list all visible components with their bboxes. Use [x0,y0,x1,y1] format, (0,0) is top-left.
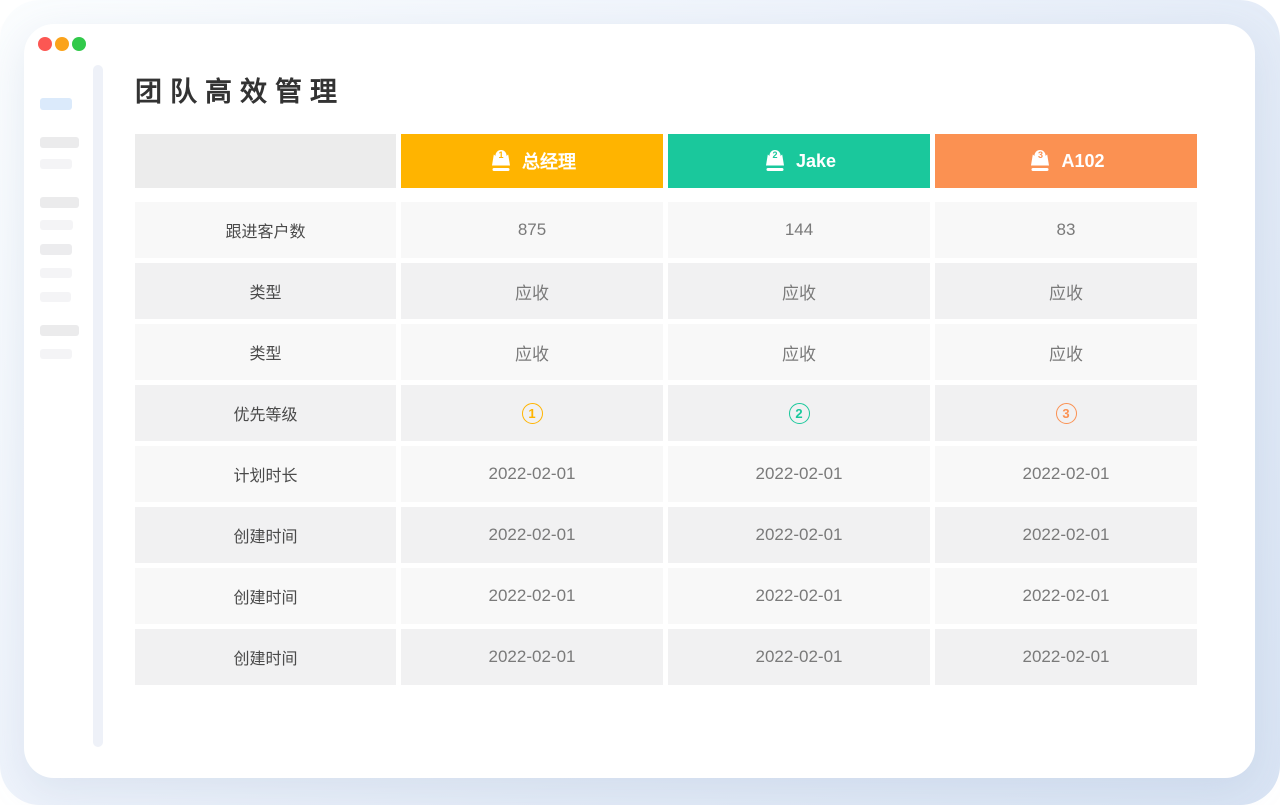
sidebar-skeleton-item [40,268,72,278]
row-label-cell: 创建时间 [135,568,396,624]
crown-rank-number: 2 [769,150,780,161]
value-cell: 应收 [935,263,1197,319]
value-cell: 2 [668,385,930,441]
column-header-rank-2: 2 Jake [668,134,930,188]
priority-rank-badge: 2 [789,403,810,424]
sidebar-skeleton-item [40,292,71,302]
row-label-cell: 类型 [135,324,396,380]
sidebar-skeleton-item [40,325,79,336]
column-header-label: Jake [796,151,836,172]
value-cell: 2022-02-01 [935,629,1197,685]
sidebar-skeleton-item [40,349,72,359]
crown-rank-number: 3 [1035,150,1046,161]
value-cell: 应收 [935,324,1197,380]
sidebar-divider [93,65,103,747]
crown-rank-icon: 2 [762,149,788,173]
ranking-table: 1总经理2Jake3A102 跟进客户数87514483类型应收应收应收类型应收… [135,134,1197,685]
value-cell: 83 [935,202,1197,258]
crown-rank-icon: 1 [488,149,514,173]
value-cell: 2022-02-01 [401,507,663,563]
column-header-rank-1: 1 总经理 [401,134,663,188]
value-cell: 3 [935,385,1197,441]
minimize-button[interactable] [55,37,69,51]
column-header-label: 总经理 [522,148,576,174]
sidebar-skeleton-item [40,137,79,148]
column-header-label: A102 [1061,151,1104,172]
sidebar-skeleton-item [40,220,73,230]
row-label-cell: 跟进客户数 [135,202,396,258]
value-cell: 144 [668,202,930,258]
page-background: 团队高效管理 1总经理2Jake3A102 跟进客户数87514483类型应收应… [0,0,1280,805]
value-cell: 2022-02-01 [668,568,930,624]
value-cell: 2022-02-01 [935,507,1197,563]
row-label-cell: 类型 [135,263,396,319]
row-label-cell: 创建时间 [135,629,396,685]
value-cell: 2022-02-01 [668,629,930,685]
column-header-rank-3: 3 A102 [935,134,1197,188]
row-label-cell: 优先等级 [135,385,396,441]
table-body: 跟进客户数87514483类型应收应收应收类型应收应收应收优先等级123计划时长… [135,202,1197,685]
crown-rank-number: 1 [496,150,507,161]
sidebar-item-active[interactable] [40,98,72,110]
value-cell: 应收 [668,324,930,380]
row-label-cell: 创建时间 [135,507,396,563]
row-label-cell: 计划时长 [135,446,396,502]
value-cell: 应收 [401,324,663,380]
value-cell: 2022-02-01 [401,446,663,502]
value-cell: 2022-02-01 [401,629,663,685]
zoom-button[interactable] [72,37,86,51]
value-cell: 875 [401,202,663,258]
value-cell: 2022-02-01 [935,568,1197,624]
sidebar-skeleton-item [40,244,72,255]
value-cell: 2022-02-01 [668,507,930,563]
value-cell: 2022-02-01 [401,568,663,624]
value-cell: 1 [401,385,663,441]
value-cell: 应收 [401,263,663,319]
close-button[interactable] [38,37,52,51]
page-title: 团队高效管理 [135,70,345,109]
table-corner-cell [135,134,396,188]
value-cell: 应收 [668,263,930,319]
priority-rank-badge: 1 [522,403,543,424]
sidebar-skeleton-item [40,159,72,169]
window-controls [38,37,86,51]
crown-rank-icon: 3 [1027,149,1053,173]
value-cell: 2022-02-01 [668,446,930,502]
sidebar-skeleton-item [40,197,79,208]
app-window: 团队高效管理 1总经理2Jake3A102 跟进客户数87514483类型应收应… [24,24,1255,778]
priority-rank-badge: 3 [1056,403,1077,424]
table-header-row: 1 总经理 2 Jake 3 A102 [135,134,1197,188]
value-cell: 2022-02-01 [935,446,1197,502]
